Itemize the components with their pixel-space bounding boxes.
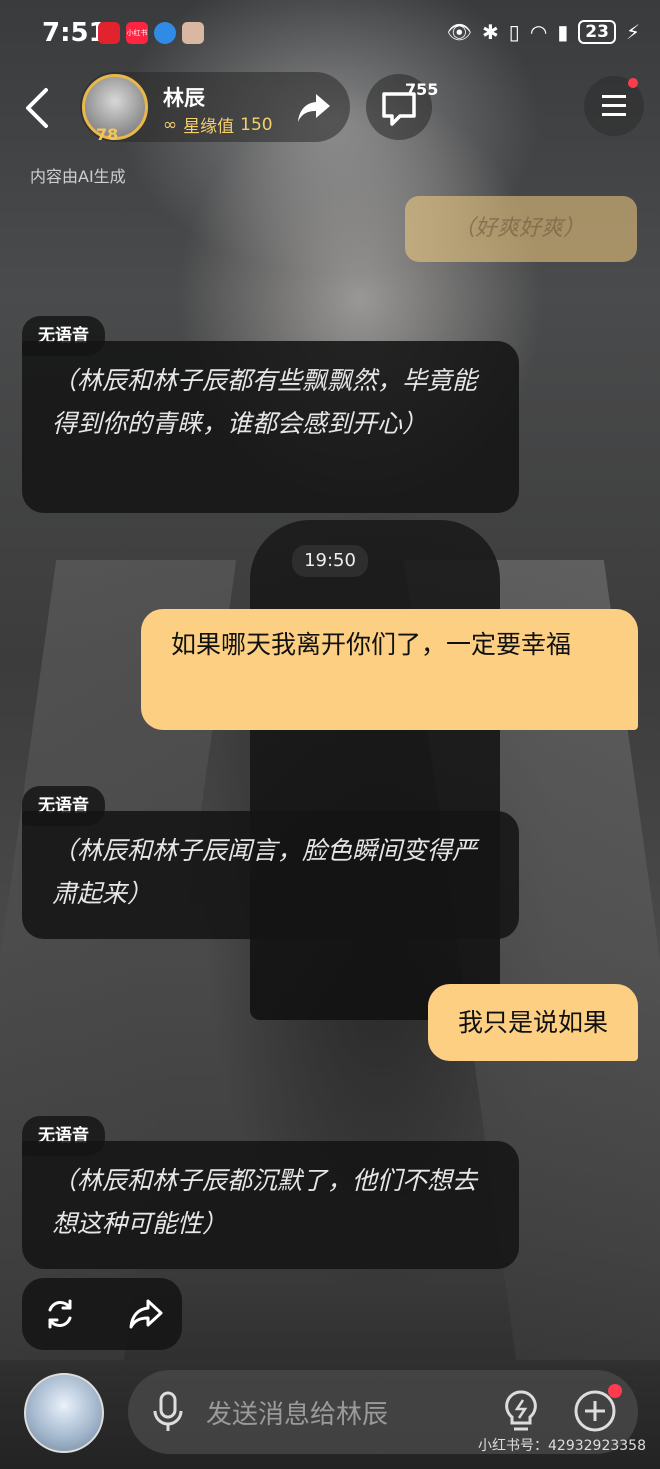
background-turtleneck — [250, 520, 500, 1020]
alert-icon: ▮ — [557, 20, 569, 44]
ai-message-bubble[interactable]: （林辰和林子辰都有些飘飘然，毕竟能得到你的青睐，谁都会感到开心） — [22, 341, 519, 513]
message-input-placeholder[interactable]: 发送消息给林辰 — [206, 1394, 388, 1431]
fate-value: ∞ 星缘值 150 — [163, 112, 273, 138]
browser-icon — [154, 22, 176, 44]
notification-dot — [608, 1384, 622, 1398]
bluetooth-icon: ✱ — [482, 20, 499, 44]
regenerate-icon[interactable] — [42, 1296, 78, 1332]
notification-dot — [628, 78, 638, 88]
status-bar: 7:51 小红书 👁 ✱ ▯ ◠ ▮ 23 ⚡ — [0, 0, 660, 66]
user-message-bubble[interactable]: 如果哪天我离开你们了，一定要幸福 — [141, 609, 638, 730]
charging-icon: ⚡ — [625, 20, 640, 44]
user-avatar[interactable] — [24, 1373, 104, 1453]
forward-icon[interactable] — [128, 1296, 164, 1332]
battery-level: 23 — [578, 20, 616, 44]
vibrate-icon: ▯ — [508, 20, 520, 44]
character-name: 林辰 — [163, 86, 205, 110]
xiaohongshu-icon: 小红书 — [126, 22, 148, 44]
watermark: 小红书号：42932923358 — [478, 1438, 646, 1454]
back-icon[interactable] — [18, 86, 58, 130]
lightbulb-icon[interactable] — [500, 1388, 542, 1434]
avatar-icon — [182, 22, 204, 44]
user-message-bubble[interactable]: 我只是说如果 — [427, 984, 638, 1061]
ai-generated-note: 内容由AI生成 — [30, 167, 126, 186]
ai-message-bubble[interactable]: （林辰和林子辰都沉默了，他们不想去想这种可能性） — [22, 1141, 519, 1269]
wifi-icon: ◠ — [529, 20, 548, 44]
eye-icon: 👁 — [446, 20, 473, 44]
character-level: 78 — [96, 125, 119, 144]
fate-icon: ∞ — [163, 114, 178, 135]
message-timestamp: 19:50 — [292, 545, 368, 577]
fate-number: 150 — [240, 114, 273, 135]
microphone-icon[interactable] — [150, 1390, 186, 1434]
message-actions — [22, 1278, 182, 1350]
fate-label: 星缘值 — [183, 117, 235, 137]
status-app-icons: 小红书 — [98, 22, 204, 44]
share-icon[interactable] — [296, 92, 332, 124]
huawei-icon — [98, 22, 120, 44]
faded-user-message: （好爽好爽） — [405, 196, 637, 262]
ai-message-bubble[interactable]: （林辰和林子辰闻言，脸色瞬间变得严肃起来） — [22, 811, 519, 939]
status-time: 7:51 — [42, 18, 107, 48]
faded-user-message-text: （好爽好爽） — [453, 216, 586, 241]
status-system-icons: 👁 ✱ ▯ ◠ ▮ 23 ⚡ — [447, 20, 640, 44]
message-count-badge: 755 — [405, 80, 439, 99]
